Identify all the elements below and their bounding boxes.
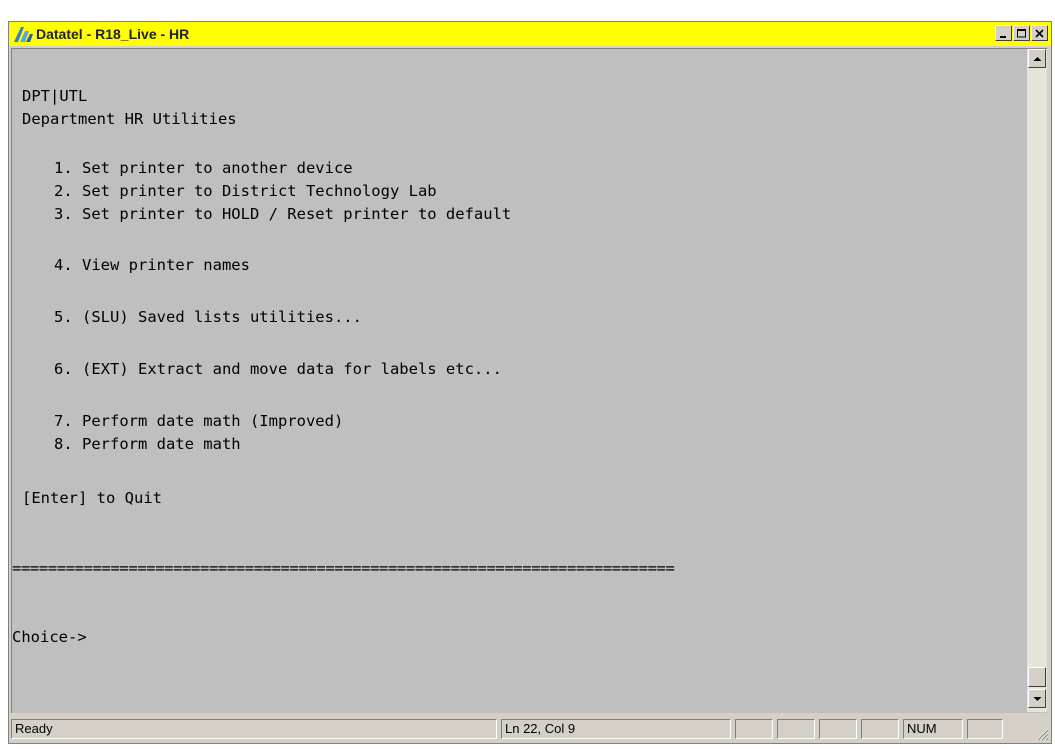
status-pane-empty [777, 719, 815, 739]
choice-prompt[interactable]: Choice-> [12, 628, 87, 646]
scroll-thumb[interactable] [1028, 667, 1046, 687]
maximize-button[interactable] [1013, 25, 1030, 41]
status-bar: Ready Ln 22, Col 9 NUM [11, 717, 1049, 741]
scroll-up-button[interactable] [1028, 49, 1046, 68]
separator-line: ========================================… [12, 559, 675, 577]
close-button[interactable] [1031, 25, 1048, 41]
maximize-icon [1016, 28, 1026, 37]
cursor-position: Ln 22, Col 9 [501, 719, 731, 739]
size-grip-icon[interactable] [1033, 725, 1049, 741]
num-lock-indicator: NUM [903, 719, 963, 739]
quit-hint: [Enter] to Quit [22, 489, 162, 507]
screen-code: DPT|UTL [22, 87, 88, 105]
minimize-icon [1000, 35, 1006, 38]
title-bar[interactable]: Datatel - R18_Live - HR [9, 22, 1051, 46]
menu-item: 7. Perform date math (Improved) [54, 412, 344, 430]
status-pane-empty [819, 719, 857, 739]
screen-title: Department HR Utilities [22, 110, 237, 128]
scroll-down-button[interactable] [1028, 689, 1046, 708]
status-pane-empty [735, 719, 773, 739]
window-title: Datatel - R18_Live - HR [36, 26, 190, 42]
terminal-screen[interactable]: DPT|UTL Department HR Utilities 1. Set p… [12, 49, 1026, 712]
status-text: Ready [11, 719, 497, 739]
menu-item: 1. Set printer to another device [54, 159, 353, 177]
menu-item: 8. Perform date math [54, 435, 241, 453]
status-pane-empty [861, 719, 899, 739]
menu-item: 4. View printer names [54, 256, 250, 274]
minimize-button[interactable] [995, 25, 1012, 41]
arrow-down-icon [1033, 696, 1041, 701]
app-window: Datatel - R18_Live - HR DPT|UTL Departme… [8, 21, 1052, 744]
menu-item: 2. Set printer to District Technology La… [54, 182, 437, 200]
arrow-up-icon [1033, 56, 1041, 61]
close-icon [1035, 28, 1044, 38]
datatel-logo-icon [12, 25, 34, 43]
terminal-client-area: DPT|UTL Department HR Utilities 1. Set p… [11, 48, 1047, 713]
menu-item: 5. (SLU) Saved lists utilities... [54, 308, 362, 326]
vertical-scrollbar[interactable] [1027, 49, 1047, 712]
menu-item: 6. (EXT) Extract and move data for label… [54, 360, 502, 378]
status-pane-empty [967, 719, 1003, 739]
menu-item: 3. Set printer to HOLD / Reset printer t… [54, 205, 512, 223]
